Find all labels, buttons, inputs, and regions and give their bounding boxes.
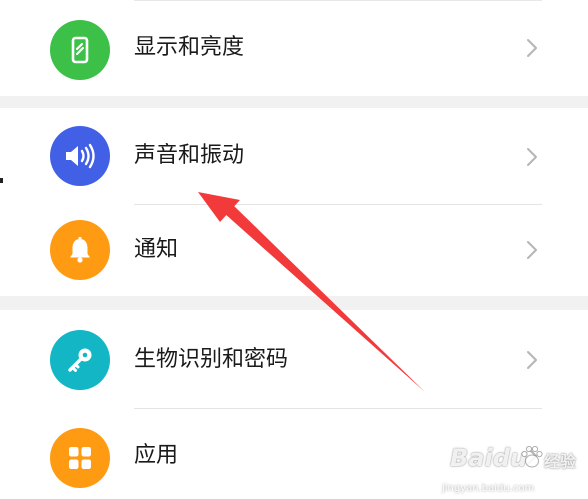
chevron-right-icon	[527, 241, 537, 259]
phone-display-icon	[71, 36, 89, 64]
key-icon	[68, 348, 92, 372]
settings-item-sound-vibration[interactable]: 声音和振动	[0, 108, 588, 204]
settings-item-biometrics-password[interactable]: 生物识别和密码	[0, 310, 588, 406]
settings-group-sound: 声音和振动 通知	[0, 108, 588, 296]
biometrics-icon-circle	[50, 330, 110, 390]
settings-item-apps[interactable]: 应用	[0, 408, 588, 499]
settings-group-security: 生物识别和密码 应用	[0, 310, 588, 499]
display-icon-circle	[50, 20, 110, 80]
settings-item-label: 生物识别和密码	[134, 347, 289, 372]
chevron-right-icon	[527, 447, 537, 465]
sound-icon-circle	[50, 126, 110, 186]
settings-item-notifications[interactable]: 通知	[0, 204, 588, 296]
chevron-right-icon	[527, 148, 537, 166]
bell-icon	[70, 236, 90, 263]
settings-item-label: 显示和亮度	[134, 35, 245, 60]
settings-item-label: 通知	[134, 237, 179, 262]
speaker-volume-icon	[66, 143, 95, 169]
settings-item-display-brightness[interactable]: 显示和亮度	[0, 0, 588, 96]
edge-mark	[0, 178, 3, 183]
settings-item-label: 应用	[134, 443, 179, 468]
notification-icon-circle	[50, 220, 110, 280]
settings-item-label: 声音和振动	[134, 143, 245, 168]
apps-icon-circle	[50, 428, 110, 488]
chevron-right-icon	[527, 39, 537, 57]
settings-screen: 显示和亮度 声音和振动 通知 生物识别和密码 应用 Baidu 经验 jingy…	[0, 0, 588, 499]
apps-grid-icon	[69, 447, 91, 469]
chevron-right-icon	[527, 351, 537, 369]
settings-group-display: 显示和亮度	[0, 0, 588, 96]
